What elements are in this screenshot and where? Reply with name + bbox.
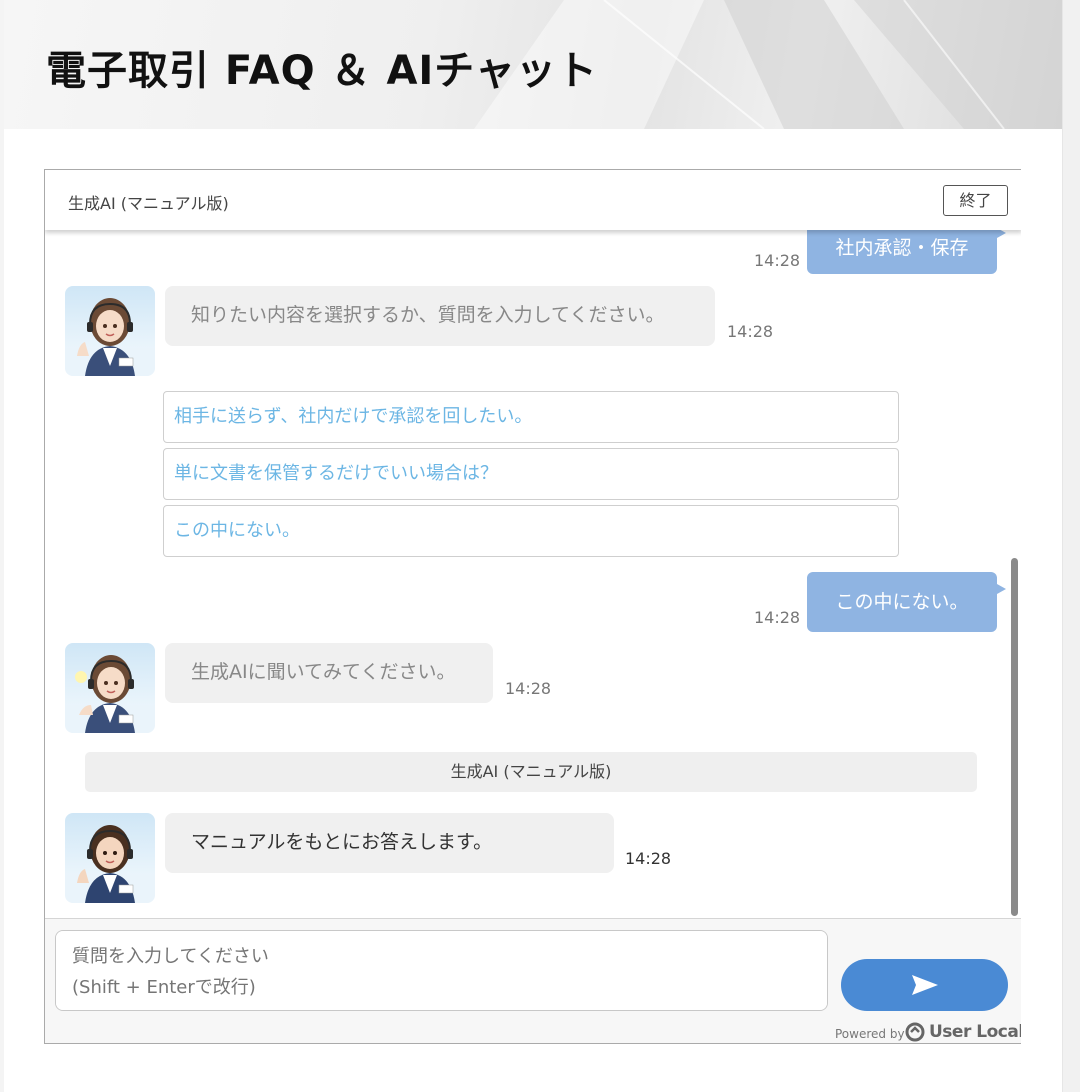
bot-avatar [65, 643, 155, 733]
end-chat-button[interactable]: 終了 [943, 185, 1008, 216]
operator-avatar-icon [65, 298, 155, 376]
chat-widget: 生成AI (マニュアル版) 終了 社内承認・保存 14:28 知りたい内容を選択… [44, 169, 1021, 1044]
send-button[interactable] [841, 959, 1008, 1011]
page-title: 電子取引 FAQ ＆ AIチャット [46, 48, 598, 94]
question-input[interactable] [55, 930, 828, 1011]
brand-name: User Local [929, 1022, 1021, 1042]
user-message: 社内承認・保存 [807, 230, 1006, 274]
bot-message-text: 知りたい内容を選択するか、質問を入力してください。 [191, 304, 665, 326]
message-time: 14:28 [754, 608, 801, 627]
chat-header: 生成AI (マニュアル版) 終了 [45, 170, 1021, 230]
user-message-text: 社内承認・保存 [835, 237, 969, 259]
faq-option[interactable]: 相手に送らず、社内だけで承認を回したい。 [163, 391, 899, 443]
user-message: この中にない。 [807, 572, 1006, 632]
bot-message: 知りたい内容を選択するか、質問を入力してください。 [165, 286, 715, 346]
faq-option[interactable]: この中にない。 [163, 505, 899, 557]
powered-by-text: Powered by [835, 1027, 905, 1041]
page: 電子取引 FAQ ＆ AIチャット 生成AI (マニュアル版) 終了 社内承認・… [0, 0, 1080, 1092]
mode-label: 生成AI (マニュアル版) [85, 752, 977, 792]
message-time: 14:28 [754, 251, 801, 270]
operator-avatar-icon [65, 655, 155, 733]
bot-message: 生成AIに聞いてみてください。 [165, 643, 493, 703]
user-message-text: この中にない。 [835, 591, 969, 613]
powered-by: Powered by User Local [835, 1021, 1021, 1043]
bot-avatar [65, 813, 155, 903]
message-time: 14:28 [625, 849, 672, 868]
operator-avatar-icon [65, 825, 155, 903]
bot-message: マニュアルをもとにお答えします。 [165, 813, 614, 873]
message-time: 14:28 [505, 679, 552, 698]
header-banner: 電子取引 FAQ ＆ AIチャット [4, 0, 1062, 129]
message-scrollbar-thumb[interactable] [1011, 558, 1018, 916]
faq-option[interactable]: 単に文書を保管するだけでいい場合は？ [163, 448, 899, 500]
input-area: Powered by User Local [45, 918, 1021, 1043]
send-arrow-icon [912, 975, 938, 995]
chat-header-title: 生成AI (マニュアル版) [68, 194, 229, 213]
bot-avatar [65, 286, 155, 376]
message-list[interactable]: 社内承認・保存 14:28 知りたい内容を選択するか、質問を入力してください。 … [45, 230, 1021, 918]
page-scrollbar-track[interactable] [1062, 0, 1080, 1092]
bot-message-text: 生成AIに聞いてみてください。 [191, 661, 456, 683]
user-local-logo-icon [905, 1022, 925, 1042]
message-time: 14:28 [727, 322, 774, 341]
bot-message-text: マニュアルをもとにお答えします。 [191, 831, 493, 853]
